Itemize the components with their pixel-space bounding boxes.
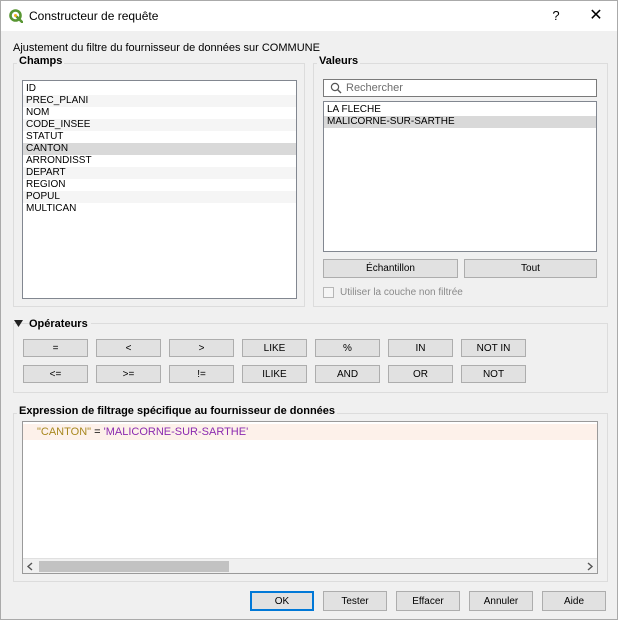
clear-button[interactable]: Effacer [396, 591, 460, 611]
title-bar: Constructeur de requête ? ✕ [1, 1, 617, 31]
sample-button[interactable]: Échantillon [323, 259, 458, 278]
fields-group-title: Champs [17, 55, 65, 67]
window-title: Constructeur de requête [29, 9, 159, 23]
cancel-button[interactable]: Annuler [469, 591, 533, 611]
list-item[interactable]: REGION [23, 179, 296, 191]
values-list[interactable]: LA FLECHE MALICORNE-SUR-SARTHE [323, 101, 597, 252]
scrollbar-thumb[interactable] [39, 561, 229, 572]
operator-button[interactable]: IN [388, 339, 453, 357]
operator-button[interactable]: LIKE [242, 339, 307, 357]
operator-button[interactable]: ILIKE [242, 365, 307, 383]
list-item[interactable]: ARRONDISST [23, 155, 296, 167]
list-item[interactable]: MULTICAN [23, 203, 296, 215]
use-unfiltered-layer-checkbox[interactable]: Utiliser la couche non filtrée [323, 287, 463, 298]
expression-editor[interactable]: "CANTON" = 'MALICORNE-SUR-SARTHE' [22, 421, 598, 574]
use-unfiltered-layer-label: Utiliser la couche non filtrée [340, 287, 463, 298]
operator-button[interactable]: < [96, 339, 161, 357]
expression-operator-token: = [91, 426, 104, 438]
search-icon [330, 82, 342, 94]
list-item[interactable]: STATUT [23, 131, 296, 143]
operator-button[interactable]: >= [96, 365, 161, 383]
operators-group-title: Opérateurs [29, 318, 91, 330]
help-title-button[interactable]: ? [541, 6, 571, 26]
list-item[interactable]: CODE_INSEE [23, 119, 296, 131]
collapse-triangle-icon[interactable] [14, 319, 23, 328]
test-button[interactable]: Tester [323, 591, 387, 611]
ok-button[interactable]: OK [250, 591, 314, 611]
list-item[interactable]: POPUL [23, 191, 296, 203]
list-item[interactable]: MALICORNE-SUR-SARTHE [324, 116, 596, 128]
operator-button[interactable]: <= [23, 365, 88, 383]
close-button[interactable]: ✕ [581, 6, 611, 26]
values-search-input[interactable]: Rechercher [323, 79, 597, 97]
expression-value-token: 'MALICORNE-SUR-SARTHE' [103, 426, 249, 438]
scroll-left-icon[interactable] [25, 561, 36, 572]
list-item[interactable]: ID [23, 83, 296, 95]
checkbox-box[interactable] [323, 287, 334, 298]
expression-group-title: Expression de filtrage spécifique au fou… [17, 405, 338, 417]
horizontal-scrollbar[interactable] [23, 558, 597, 573]
expression-code[interactable]: "CANTON" = 'MALICORNE-SUR-SARTHE' [37, 426, 248, 438]
list-item[interactable]: LA FLECHE [324, 104, 596, 116]
operator-button[interactable]: NOT IN [461, 339, 526, 357]
operator-button[interactable]: != [169, 365, 234, 383]
all-button[interactable]: Tout [464, 259, 597, 278]
dialog-subtitle: Ajustement du filtre du fournisseur de d… [13, 42, 320, 54]
operator-button[interactable]: % [315, 339, 380, 357]
search-placeholder: Rechercher [346, 82, 403, 94]
list-item[interactable]: CANTON [23, 143, 296, 155]
values-group-title: Valeurs [317, 55, 361, 67]
operator-button[interactable]: OR [388, 365, 453, 383]
operator-button[interactable]: NOT [461, 365, 526, 383]
help-button[interactable]: Aide [542, 591, 606, 611]
fields-list[interactable]: ID PREC_PLANI NOM CODE_INSEE STATUT CANTON ARR… [22, 80, 297, 299]
list-item[interactable]: PREC_PLANI [23, 95, 296, 107]
operator-button[interactable]: = [23, 339, 88, 357]
list-item[interactable]: DEPART [23, 167, 296, 179]
operator-button[interactable]: AND [315, 365, 380, 383]
scroll-right-icon[interactable] [584, 561, 595, 572]
operator-button[interactable]: > [169, 339, 234, 357]
list-item[interactable]: NOM [23, 107, 296, 119]
query-builder-window: Constructeur de requête ? ✕ Ajustement d… [0, 0, 618, 620]
expression-field-token: "CANTON" [37, 426, 92, 438]
qgis-logo-icon [9, 9, 23, 23]
